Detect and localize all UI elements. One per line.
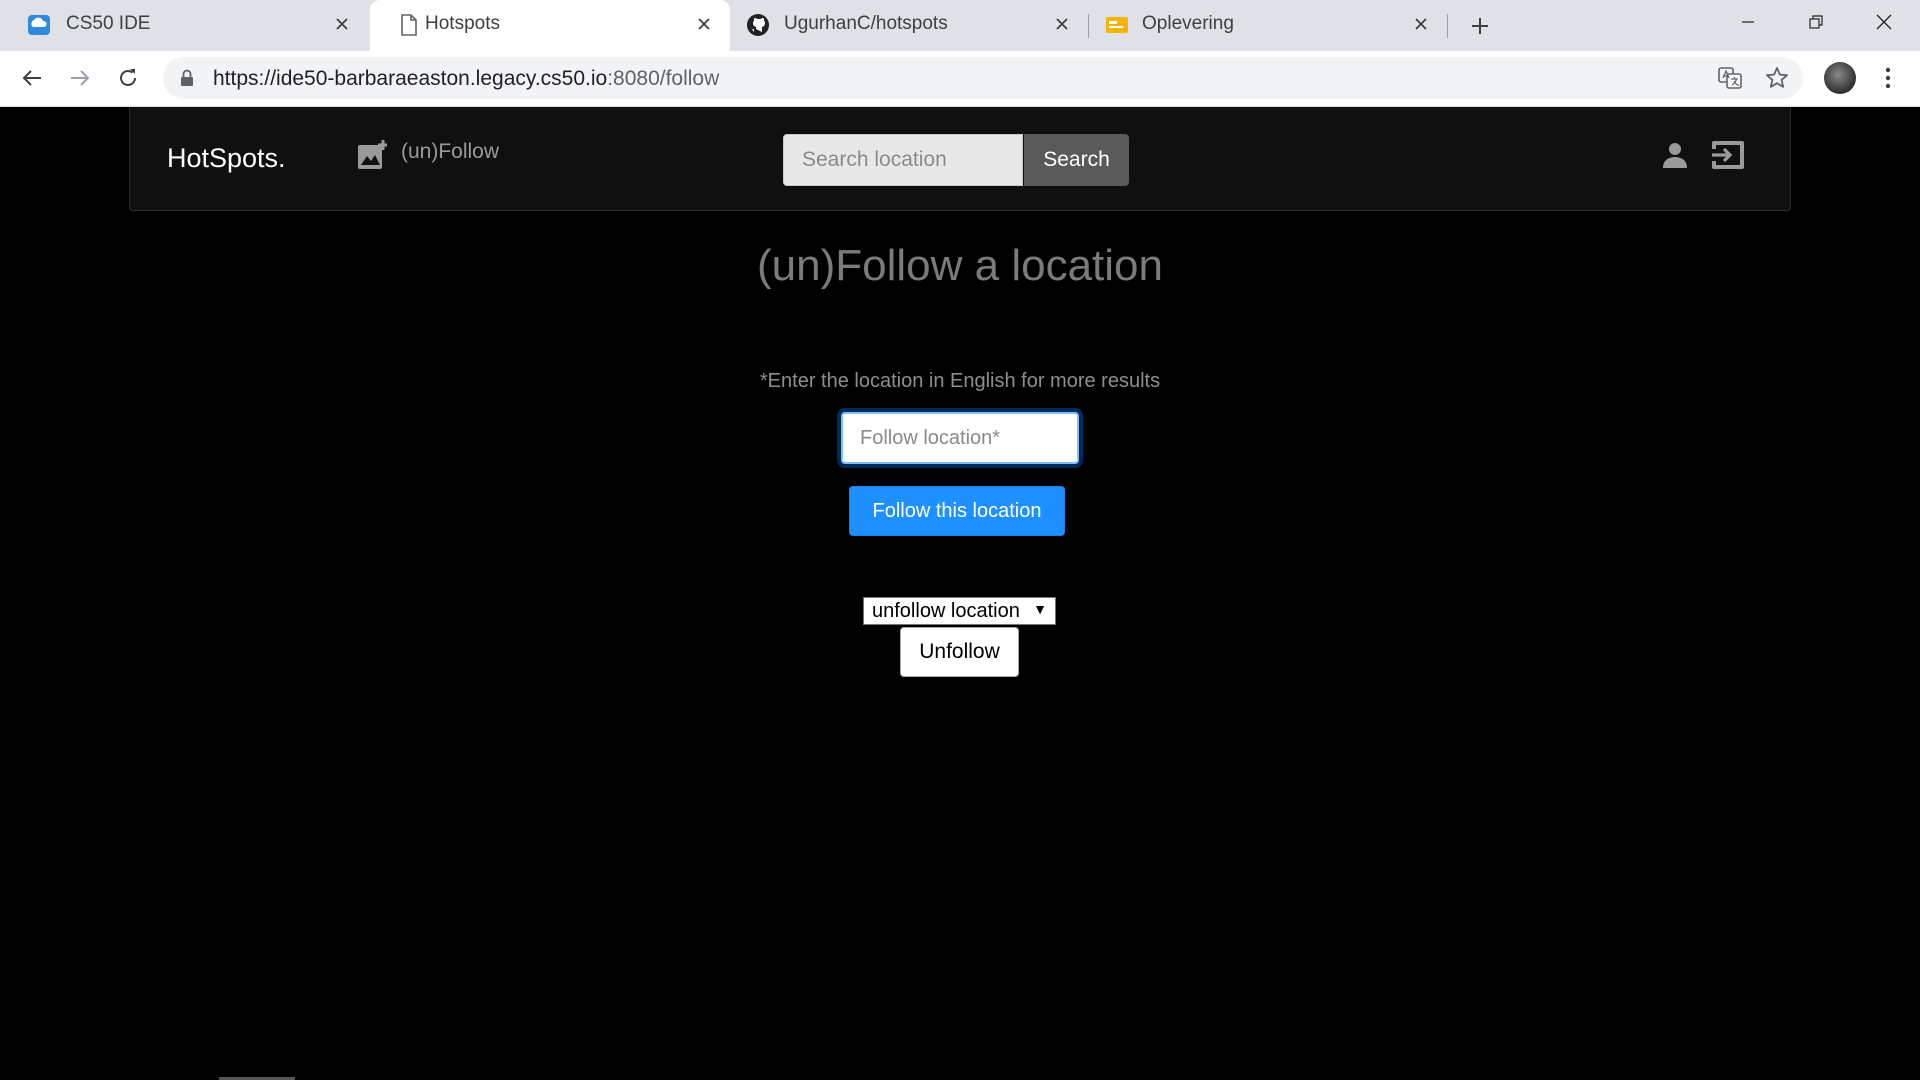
translate-icon[interactable] [1717, 65, 1743, 91]
reload-icon [120, 69, 136, 86]
github-icon [746, 13, 770, 37]
logout-icon[interactable] [1710, 139, 1746, 176]
new-tab-button[interactable] [1464, 10, 1496, 42]
back-button[interactable] [16, 62, 48, 94]
oplevering-icon [1105, 13, 1129, 37]
unfollow-select-value: unfollow location [872, 600, 1020, 622]
minimize-icon [1742, 21, 1754, 23]
arrow-right-icon [71, 70, 90, 86]
close-tab-icon[interactable] [692, 12, 716, 36]
tab-title: Oplevering [1142, 13, 1234, 34]
browser-tabstrip: CS50 IDE Hotspots UgurhanC/hotspots Ople… [0, 0, 1920, 51]
page-title: (un)Follow a location [757, 241, 1163, 290]
tab-hotspots[interactable]: Hotspots [370, 0, 730, 51]
add-photo-icon [358, 140, 387, 169]
tab-oplevering[interactable]: Oplevering [1089, 0, 1447, 51]
arrow-left-icon [22, 70, 41, 86]
page-icon [397, 13, 421, 37]
page-content: HotSpots. (un)Follow Search (un)Follow a… [0, 107, 1920, 1080]
close-tab-icon[interactable] [1050, 12, 1074, 36]
profile-avatar[interactable] [1824, 62, 1856, 94]
cs50-ide-icon [27, 13, 51, 37]
lock-icon [180, 69, 194, 92]
address-bar[interactable]: https://ide50-barbaraeaston.legacy.cs50.… [163, 57, 1803, 99]
tab-title: UgurhanC/hotspots [784, 13, 948, 34]
user-icon[interactable] [1661, 141, 1689, 174]
plus-icon [1472, 18, 1488, 34]
restore-icon [1809, 15, 1823, 29]
close-window-button[interactable] [1850, 0, 1918, 44]
follow-location-input[interactable] [841, 412, 1079, 464]
tab-github-hotspots[interactable]: UgurhanC/hotspots [730, 0, 1088, 51]
close-tab-icon[interactable] [330, 12, 354, 36]
browser-menu-button[interactable] [1872, 62, 1904, 94]
close-tab-icon[interactable] [1409, 12, 1433, 36]
search-input[interactable] [783, 134, 1023, 186]
tab-title: Hotspots [425, 13, 500, 34]
unfollow-location-select[interactable]: unfollow location ▼ [863, 597, 1056, 625]
nav-follow-label: (un)Follow [401, 140, 500, 163]
minimize-button[interactable] [1714, 0, 1782, 44]
forward-button[interactable] [64, 62, 96, 94]
tab-separator [1447, 14, 1448, 38]
url-path: :8080/follow [607, 67, 720, 90]
follow-location-button[interactable]: Follow this location [849, 486, 1065, 536]
url-text: https://ide50-barbaraeaston.legacy.cs50.… [213, 67, 719, 91]
dropdown-arrow-icon: ▼ [1033, 601, 1047, 617]
browser-toolbar: https://ide50-barbaraeaston.legacy.cs50.… [0, 51, 1920, 107]
reload-button[interactable] [112, 62, 144, 94]
close-icon [1876, 14, 1892, 30]
url-host: https://ide50-barbaraeaston.legacy.cs50.… [213, 67, 608, 90]
restore-button[interactable] [1782, 0, 1850, 44]
app-navbar: HotSpots. (un)Follow Search [129, 107, 1791, 211]
search-button[interactable]: Search [1024, 134, 1129, 186]
brand-link[interactable]: HotSpots. [167, 143, 286, 174]
tab-cs50-ide[interactable]: CS50 IDE [0, 0, 368, 51]
location-hint: *Enter the location in English for more … [759, 370, 1161, 392]
bookmark-star-icon[interactable] [1764, 65, 1790, 91]
tab-title: CS50 IDE [66, 13, 151, 34]
nav-follow-link[interactable]: (un)Follow [357, 140, 499, 170]
unfollow-button[interactable]: Unfollow [900, 627, 1019, 677]
more-vert-icon [1885, 67, 1891, 89]
